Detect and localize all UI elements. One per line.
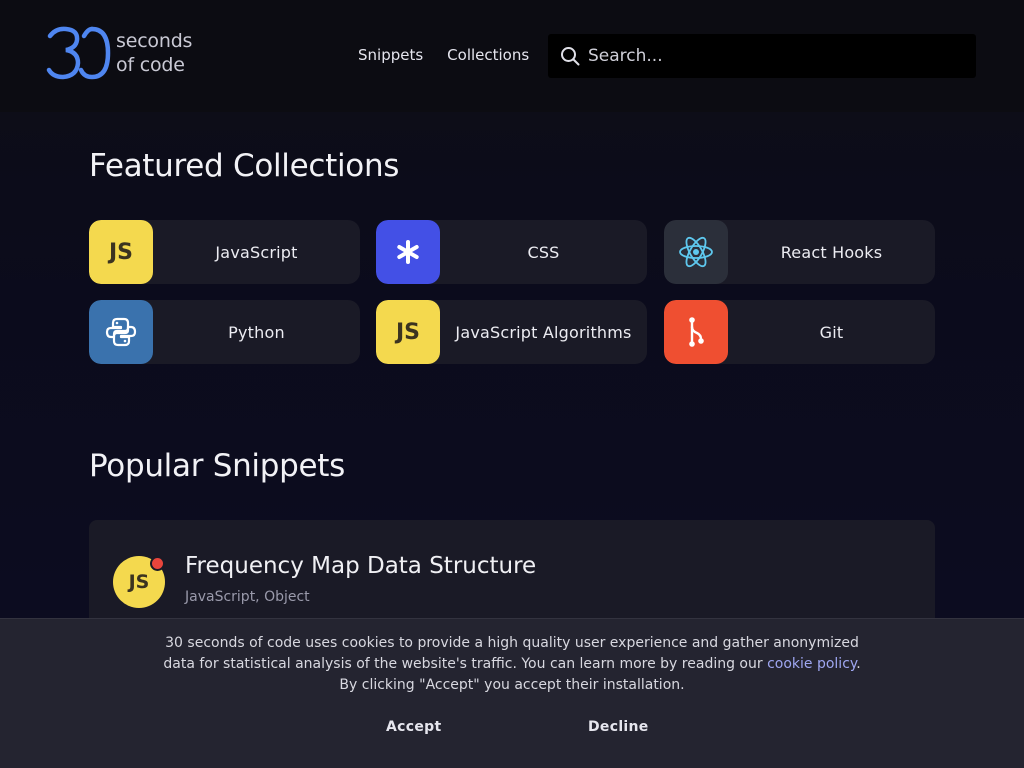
react-icon — [664, 220, 728, 284]
logo-text-line2: of code — [116, 54, 185, 76]
new-indicator-dot — [150, 556, 165, 571]
main-nav: Snippets Collections — [358, 46, 529, 64]
python-icon — [89, 300, 153, 364]
asterisk-icon — [376, 220, 440, 284]
decline-button[interactable]: Decline — [588, 719, 649, 735]
collection-card-react-hooks[interactable]: React Hooks — [664, 220, 935, 284]
git-branch-icon — [664, 300, 728, 364]
search-input[interactable] — [588, 46, 958, 66]
logo-30-icon — [46, 26, 111, 80]
nav-snippets[interactable]: Snippets — [358, 46, 423, 64]
collection-label: JavaScript Algorithms — [455, 322, 632, 342]
cookie-policy-link[interactable]: cookie policy — [767, 656, 856, 672]
snippet-title[interactable]: Frequency Map Data Structure — [185, 553, 536, 579]
js-icon-text: JS — [128, 571, 150, 593]
site-header: seconds of code Snippets Collections — [0, 0, 1024, 112]
collection-label: React Hooks — [780, 242, 883, 262]
collection-label: Python — [228, 322, 285, 342]
snippet-tags: JavaScript, Object — [185, 589, 310, 605]
accept-button[interactable]: Accept — [386, 719, 441, 735]
site-logo[interactable]: seconds of code — [46, 26, 192, 80]
collection-card-css[interactable]: CSS — [376, 220, 647, 284]
cookie-consent-text: 30 seconds of code uses cookies to provi… — [160, 633, 864, 696]
collection-card-javascript-algorithms[interactable]: JS JavaScript Algorithms — [376, 300, 647, 364]
js-icon-text: JS — [108, 239, 134, 265]
collection-label: Git — [819, 322, 844, 342]
js-icon-text: JS — [395, 319, 421, 345]
logo-text-line1: seconds — [116, 30, 193, 52]
logo-text: seconds of code — [116, 29, 192, 77]
cookie-text-before: 30 seconds of code uses cookies to provi… — [163, 635, 859, 672]
collection-card-python[interactable]: Python — [89, 300, 360, 364]
search-bar[interactable] — [548, 34, 976, 78]
search-icon — [552, 34, 588, 78]
js-icon: JS — [89, 220, 153, 284]
popular-snippets-title: Popular Snippets — [89, 448, 345, 484]
cookie-consent-banner: 30 seconds of code uses cookies to provi… — [0, 618, 1024, 768]
collection-card-git[interactable]: Git — [664, 300, 935, 364]
collection-label: JavaScript — [215, 242, 298, 262]
featured-collections-title: Featured Collections — [89, 148, 400, 184]
collection-card-javascript[interactable]: JS JavaScript — [89, 220, 360, 284]
nav-collections[interactable]: Collections — [447, 46, 529, 64]
js-icon: JS — [376, 300, 440, 364]
collection-label: CSS — [527, 242, 560, 262]
